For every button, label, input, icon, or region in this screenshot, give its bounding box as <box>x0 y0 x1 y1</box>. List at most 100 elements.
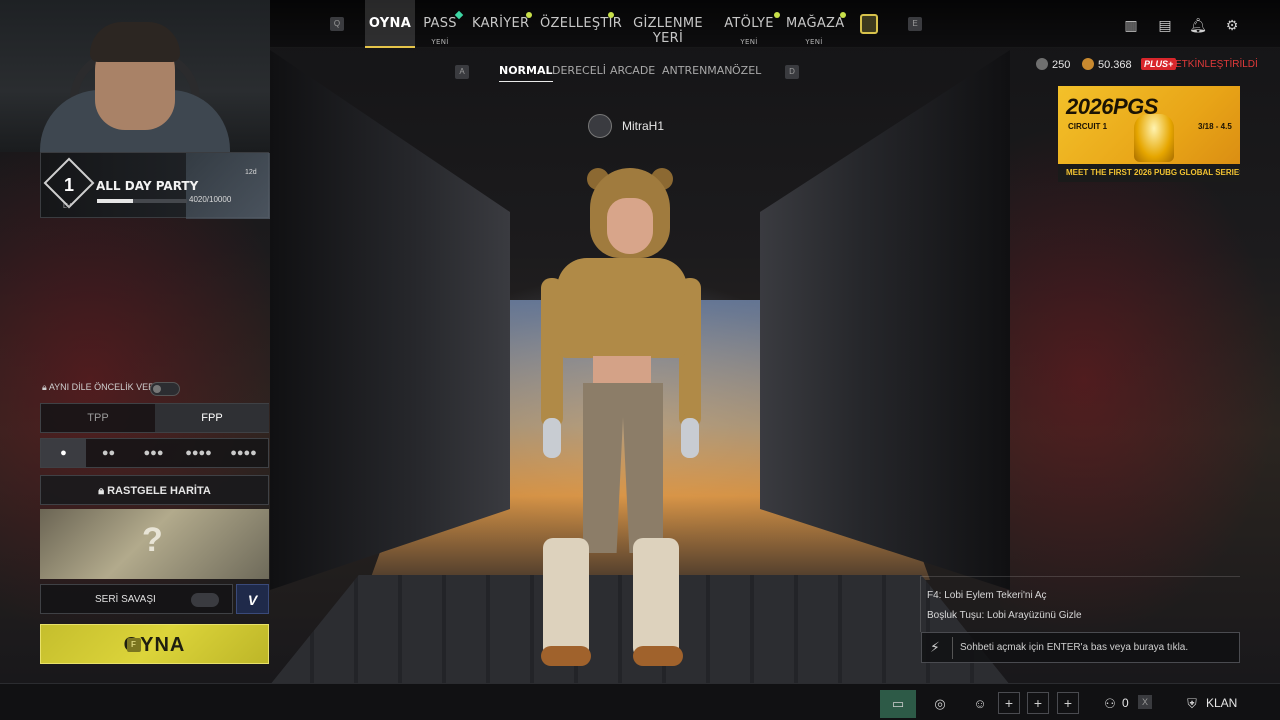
nav-tab-label: KARİYER <box>472 16 530 31</box>
mode-tab-custom[interactable]: ÖZEL <box>732 64 761 77</box>
nav-prev-key: Q <box>330 17 344 31</box>
character-belly <box>593 356 651 386</box>
lightning-icon: ⚡︎ <box>930 639 940 655</box>
nav-tab-label: ÖZELLEŞTİR <box>540 16 623 31</box>
add-party-member-button[interactable]: + <box>1027 692 1049 714</box>
bottom-bar: ▭ ◎ ☺ + + + ⚇ 0 X ⛨ KLAN <box>0 683 1280 720</box>
squad-four-icon[interactable]: ●●●● <box>176 439 221 467</box>
v-button[interactable]: V <box>236 584 269 614</box>
perspective-fpp[interactable]: FPP <box>155 404 269 432</box>
nav-tab-customize[interactable]: ÖZELLEŞTİR <box>540 0 622 48</box>
banner-strip: MEET THE FIRST 2026 PUBG GLOBAL SERIES <box>1058 164 1240 182</box>
crate-icon[interactable] <box>860 14 878 34</box>
squad-solo-icon[interactable]: ● <box>41 439 86 467</box>
boot-left <box>543 538 589 658</box>
glove-right <box>681 418 699 458</box>
notification-dot-icon <box>608 12 614 18</box>
streamer-hair <box>90 22 180 62</box>
survivor-pass-panel[interactable]: 1 LV ALL DAY PARTY 4020/10000 12d <box>40 152 270 219</box>
pass-days-left: 12d <box>245 169 257 176</box>
mode-tab-normal[interactable]: NORMAL <box>499 64 553 82</box>
party-leader-icon[interactable]: ☺ <box>962 690 998 718</box>
chat-toggle-icon[interactable]: ▭ <box>880 690 916 718</box>
pgs-banner[interactable]: 2026PGS CIRCUIT 1 3/18 - 4.5 MEET THE FI… <box>1058 86 1240 182</box>
friends-close-key: X <box>1138 695 1152 709</box>
random-map-button[interactable]: 🔒︎ RASTGELE HARİTA <box>40 475 269 505</box>
squad-size-selector: ● ●● ●●● ●●●● ●●●● <box>40 438 269 468</box>
nav-tab-pass[interactable]: PASS YENİ <box>420 0 464 48</box>
squad-duo-icon[interactable]: ●● <box>86 439 131 467</box>
player-name: MitraH1 <box>622 119 665 133</box>
gear-icon[interactable]: ⚙ <box>1223 16 1241 34</box>
plus-status: ETKİNLEŞTİRİLDİ <box>1175 59 1258 70</box>
play-key-hint: F <box>127 638 141 652</box>
nav-tab-label: MAĞAZA <box>786 16 845 31</box>
new-badge: YENİ <box>805 38 823 46</box>
series-battle-label: SERİ SAVAŞI <box>95 594 156 605</box>
character-face <box>607 198 653 254</box>
language-priority-text: AYNI DİLE ÖNCELİK VER <box>48 382 155 392</box>
pass-level-label: LV <box>63 203 72 210</box>
play-button[interactable]: F OYNA <box>40 624 269 664</box>
hint-action-wheel: F4: Lobi Eylem Tekeri'ni Aç <box>927 590 1047 601</box>
banner-title: 2026PGS <box>1066 94 1158 119</box>
bp-balance[interactable]: 50.368 <box>1082 58 1132 71</box>
pass-level: 1 <box>63 175 74 195</box>
survivor-pass-icon[interactable]: ▥ <box>1122 16 1140 34</box>
add-party-member-button[interactable]: + <box>1057 692 1079 714</box>
plus-badge[interactable]: PLUS+ <box>1141 58 1177 70</box>
nav-tab-label: OYNA <box>368 16 412 31</box>
pass-progress-fill <box>97 199 134 203</box>
notification-dot-icon <box>526 12 532 18</box>
banner-circuit: CIRCUIT 1 <box>1068 122 1108 131</box>
shoe-right <box>633 646 683 666</box>
nav-tab-workshop[interactable]: ATÖLYE YENİ <box>724 0 780 48</box>
add-party-member-button[interactable]: + <box>998 692 1020 714</box>
squad-custom-icon[interactable]: ●●●● <box>221 439 266 467</box>
chat-placeholder: Sohbeti açmak için ENTER'a bas veya bura… <box>960 642 1189 653</box>
clan-icon[interactable]: ⛨ <box>1174 690 1210 718</box>
new-badge: YENİ <box>431 38 449 46</box>
g-coin-balance[interactable]: 250 <box>1036 58 1070 71</box>
player-character[interactable] <box>535 168 705 678</box>
nav-tab-hideout[interactable]: GİZLENME YERİ <box>624 0 712 48</box>
mode-tab-arcade[interactable]: ARCADE <box>610 64 655 77</box>
pass-progress-bar <box>97 199 187 203</box>
language-priority-label: 🔒︎ AYNI DİLE ÖNCELİK VER <box>42 382 155 393</box>
emote-wheel-icon[interactable]: ◎ <box>922 690 958 718</box>
mode-tab-ranked[interactable]: DERECELİ <box>552 64 606 77</box>
pass-title: ALL DAY PARTY <box>96 179 199 193</box>
clan-label[interactable]: KLAN <box>1206 696 1237 710</box>
perspective-tpp[interactable]: TPP <box>41 404 155 432</box>
nav-tab-store[interactable]: MAĞAZA YENİ <box>786 0 846 48</box>
glove-left <box>543 418 561 458</box>
mode-tab-training[interactable]: ANTRENMAN <box>662 64 733 77</box>
map-thumbnail[interactable]: ? <box>40 509 269 579</box>
nav-tab-label: ATÖLYE <box>724 16 774 31</box>
missions-icon[interactable]: ▤ <box>1156 16 1174 34</box>
hint-panel <box>920 576 1240 632</box>
banner-dates: 3/18 - 4.5 <box>1198 122 1232 131</box>
series-battle-option[interactable]: SERİ SAVAŞI <box>40 584 233 614</box>
nav-tab-label: GİZLENME YERİ <box>633 16 703 46</box>
series-battle-toggle[interactable] <box>191 593 219 607</box>
new-badge: YENİ <box>740 38 758 46</box>
character-pants <box>583 383 663 553</box>
bell-icon[interactable]: 🔔︎ <box>1189 16 1207 34</box>
notification-dot-icon <box>774 12 780 18</box>
g-coin-icon <box>1036 58 1048 70</box>
nav-tab-play[interactable]: OYNA <box>365 0 415 48</box>
nav-tab-label: PASS <box>423 16 457 31</box>
nav-tab-career[interactable]: KARİYER <box>472 0 532 48</box>
pass-artwork <box>186 153 270 219</box>
map-mystery-mark: ? <box>142 521 163 559</box>
friends-count: 0 <box>1122 696 1129 710</box>
right-red-glow <box>1000 120 1280 640</box>
player-emblem-icon <box>588 114 612 138</box>
chat-input[interactable]: ⚡︎ Sohbeti açmak için ENTER'a bas veya b… <box>921 632 1240 663</box>
language-priority-toggle[interactable] <box>150 382 180 396</box>
squad-trio-icon[interactable]: ●●● <box>131 439 176 467</box>
character-torso <box>557 258 687 358</box>
lock-icon: 🔒︎ <box>42 382 47 392</box>
hint-hide-ui: Boşluk Tuşu: Lobi Arayüzünü Gizle <box>927 610 1082 621</box>
